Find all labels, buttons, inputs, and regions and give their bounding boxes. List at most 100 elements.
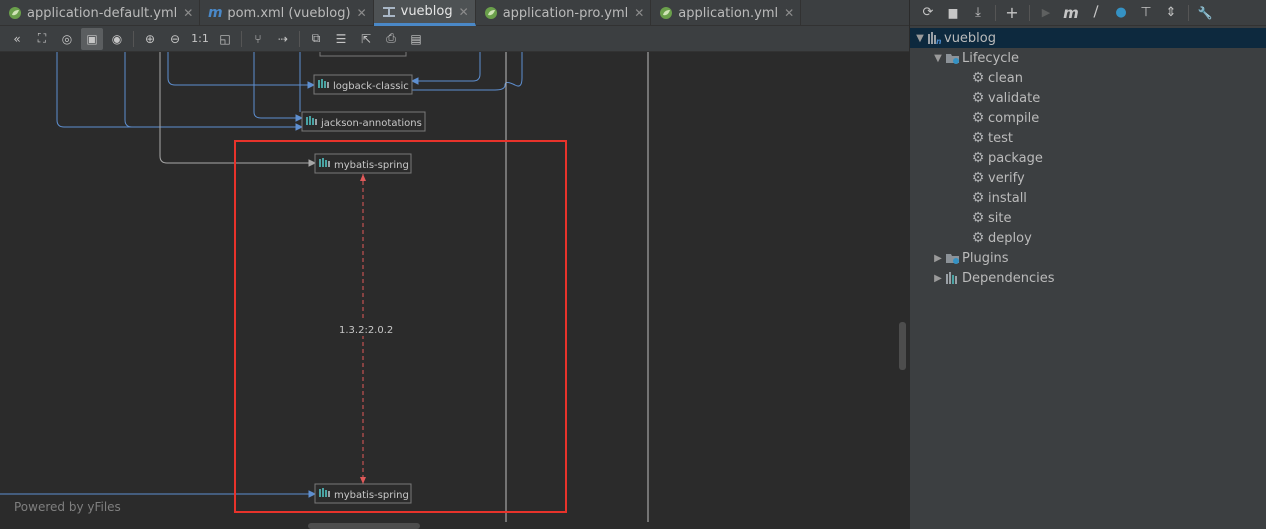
goal-label: deploy bbox=[988, 230, 1032, 246]
graph-node-mybatis-spring-top[interactable]: mybatis-spring bbox=[314, 153, 412, 174]
conflict-edge[interactable]: 1.3.2:2.0.2 bbox=[334, 174, 394, 484]
arrowhead bbox=[295, 123, 304, 131]
export-icon[interactable]: ⇱ bbox=[355, 28, 377, 50]
toolbar-divider bbox=[133, 30, 134, 47]
tab-pom-xml[interactable]: m pom.xml (vueblog) ✕ bbox=[200, 0, 374, 26]
diagram-toolbar: « ⛶ ◎ ▣ ◉ ⊕ ⊖ 1:1 ◱ ⑂ ⇢ ⧉ ☰ ⇱ ⎙ ▤ bbox=[0, 26, 909, 52]
offline-icon[interactable]: ● bbox=[1109, 2, 1133, 24]
route-edges-icon[interactable]: ⇢ bbox=[272, 28, 294, 50]
powered-by-label: Powered by yFiles bbox=[14, 500, 121, 514]
gear-icon: ⚙ bbox=[971, 90, 985, 106]
focus-icon[interactable]: ◎ bbox=[56, 28, 78, 50]
collapse-icon[interactable]: « bbox=[6, 28, 28, 50]
collapsed-arrow-icon[interactable]: ▶ bbox=[932, 273, 944, 284]
tab-label: application-default.yml bbox=[27, 5, 178, 21]
save-icon[interactable]: ▤ bbox=[405, 28, 427, 50]
expanded-arrow-icon[interactable]: ▼ bbox=[914, 33, 926, 44]
run-icon[interactable]: ▶ bbox=[1034, 2, 1058, 24]
print-icon[interactable]: ⎙ bbox=[380, 28, 402, 50]
expanded-arrow-icon[interactable]: ▼ bbox=[932, 53, 944, 64]
add-folder-icon[interactable]: ▆ bbox=[941, 2, 965, 24]
dependency-edge bbox=[56, 52, 302, 128]
spring-leaf-icon bbox=[484, 6, 498, 20]
close-icon[interactable]: ✕ bbox=[784, 6, 794, 20]
maven-goal-icon[interactable]: m bbox=[1059, 2, 1083, 24]
lifecycle-goal-compile[interactable]: ⚙ compile bbox=[910, 108, 1266, 128]
graph-node-mybatis-spring-bottom[interactable]: mybatis-spring bbox=[314, 483, 412, 504]
gear-icon: ⚙ bbox=[971, 70, 985, 86]
arrowhead bbox=[308, 159, 317, 167]
lifecycle-goal-clean[interactable]: ⚙ clean bbox=[910, 68, 1266, 88]
fit-icon[interactable]: ▣ bbox=[81, 27, 103, 50]
arrowhead bbox=[295, 114, 304, 122]
layout-icon[interactable]: ⑂ bbox=[247, 28, 269, 50]
dependency-edge bbox=[124, 52, 133, 128]
dependency-graph[interactable]: logback-classic jackson-annotations myba… bbox=[0, 52, 896, 522]
graph-node-partial[interactable] bbox=[319, 52, 407, 57]
download-icon[interactable]: ⤓ bbox=[966, 2, 990, 24]
tree-node-lifecycle[interactable]: ▼ Lifecycle bbox=[910, 48, 1266, 68]
lifecycle-goal-test[interactable]: ⚙ test bbox=[910, 128, 1266, 148]
tab-label: application-pro.yml bbox=[502, 5, 629, 21]
toolbar-divider bbox=[241, 30, 242, 47]
toolbar-divider bbox=[299, 30, 300, 47]
goal-label: package bbox=[988, 150, 1043, 166]
dependency-edge bbox=[167, 52, 314, 86]
tree-node-label: Lifecycle bbox=[962, 50, 1020, 66]
lifecycle-goal-install[interactable]: ⚙ install bbox=[910, 188, 1266, 208]
editor-tab-bar: application-default.yml ✕ m pom.xml (vue… bbox=[0, 0, 909, 26]
arrowhead bbox=[308, 490, 317, 498]
node-label: mybatis-spring bbox=[334, 160, 409, 171]
maven-m-icon: m bbox=[208, 5, 223, 21]
reload-icon[interactable]: ⟳ bbox=[916, 2, 940, 24]
graph-node-logback-classic[interactable]: logback-classic bbox=[313, 74, 413, 95]
gear-icon: ⚙ bbox=[971, 150, 985, 166]
arrowhead bbox=[307, 81, 316, 89]
graph-node-jackson-annotations[interactable]: jackson-annotations bbox=[301, 111, 426, 132]
vertical-scrollbar[interactable] bbox=[896, 52, 909, 529]
tab-application-pro-yml[interactable]: application-pro.yml ✕ bbox=[476, 0, 652, 26]
zoom-out-icon[interactable]: ⊖ bbox=[164, 28, 186, 50]
scrollbar-thumb[interactable] bbox=[899, 322, 906, 370]
tree-node-project[interactable]: ▼ m vueblog bbox=[910, 28, 1266, 48]
scrollbar-thumb[interactable] bbox=[308, 523, 420, 529]
diagram-icon bbox=[382, 5, 396, 19]
actual-size-icon[interactable]: 1:1 bbox=[189, 28, 211, 50]
tab-vueblog[interactable]: vueblog ✕ bbox=[373, 0, 476, 26]
collapsed-arrow-icon[interactable]: ▶ bbox=[932, 253, 944, 264]
tab-application-default-yml[interactable]: application-default.yml ✕ bbox=[0, 0, 201, 26]
hierarchy-icon[interactable]: ⛶ bbox=[31, 28, 53, 50]
lifecycle-goal-package[interactable]: ⚙ package bbox=[910, 148, 1266, 168]
close-icon[interactable]: ✕ bbox=[183, 6, 193, 20]
settings-icon[interactable]: 🔧 bbox=[1193, 2, 1217, 24]
lifecycle-goal-deploy[interactable]: ⚙ deploy bbox=[910, 228, 1266, 248]
close-icon[interactable]: ✕ bbox=[634, 6, 644, 20]
skip-tests-icon[interactable]: ⧸ bbox=[1084, 2, 1108, 24]
zoom-in-icon[interactable]: ⊕ bbox=[139, 28, 161, 50]
lifecycle-folder-icon bbox=[944, 50, 960, 66]
lifecycle-goal-site[interactable]: ⚙ site bbox=[910, 208, 1266, 228]
dependency-edges bbox=[0, 52, 523, 498]
eye-icon[interactable]: ◉ bbox=[106, 28, 128, 50]
goal-label: site bbox=[988, 210, 1012, 226]
goal-label: verify bbox=[988, 170, 1025, 186]
close-icon[interactable]: ✕ bbox=[459, 5, 469, 19]
tab-application-yml[interactable]: application.yml ✕ bbox=[651, 0, 802, 26]
tree-node-plugins[interactable]: ▶ Plugins bbox=[910, 248, 1266, 268]
fit-content-icon[interactable]: ◱ bbox=[214, 28, 236, 50]
diagram-canvas[interactable]: logback-classic jackson-annotations myba… bbox=[0, 52, 896, 522]
collapse-all-icon[interactable]: ⇕ bbox=[1159, 2, 1183, 24]
add-icon[interactable]: + bbox=[1000, 2, 1024, 24]
copy-icon[interactable]: ⧉ bbox=[305, 28, 327, 50]
tab-label: vueblog bbox=[400, 4, 453, 19]
spring-leaf-icon bbox=[659, 6, 673, 20]
tree-node-dependencies[interactable]: ▶ Dependencies bbox=[910, 268, 1266, 288]
show-dependencies-icon[interactable]: ⊤ bbox=[1134, 2, 1158, 24]
gear-icon: ⚙ bbox=[971, 110, 985, 126]
spring-leaf-icon bbox=[8, 6, 22, 20]
close-icon[interactable]: ✕ bbox=[357, 6, 367, 20]
lifecycle-goal-verify[interactable]: ⚙ verify bbox=[910, 168, 1266, 188]
horizontal-scrollbar[interactable] bbox=[0, 522, 896, 529]
lifecycle-goal-validate[interactable]: ⚙ validate bbox=[910, 88, 1266, 108]
properties-icon[interactable]: ☰ bbox=[330, 28, 352, 50]
